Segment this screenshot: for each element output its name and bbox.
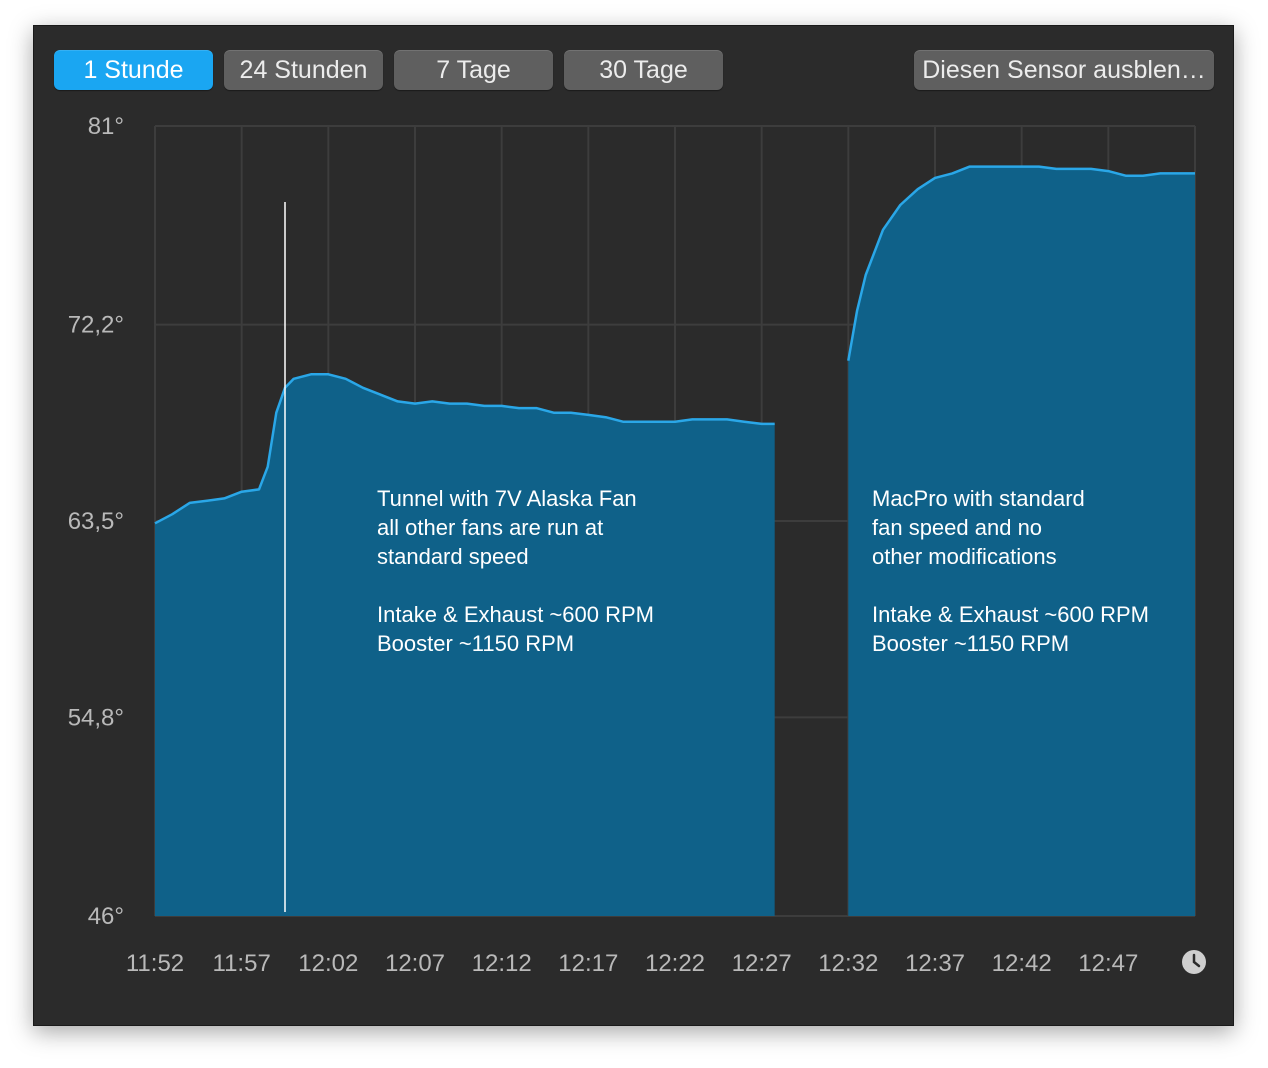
annotation-line: other modifications xyxy=(872,544,1057,569)
annotation-line: Booster ~1150 RPM xyxy=(377,631,574,656)
x-tick-label: 11:52 xyxy=(126,950,184,977)
x-tick-label: 12:12 xyxy=(472,950,532,977)
x-tick-label: 12:07 xyxy=(385,950,445,977)
x-tick-label: 11:57 xyxy=(213,950,271,977)
annotation-line: Tunnel with 7V Alaska Fan xyxy=(377,486,637,511)
y-axis: 81° 72,2° 63,5° 54,8° 46° xyxy=(68,113,124,930)
annotation-line: Booster ~1150 RPM xyxy=(872,631,1069,656)
x-tick-label: 12:37 xyxy=(905,950,965,977)
clock-icon[interactable] xyxy=(1182,950,1206,974)
x-tick-label: 12:17 xyxy=(558,950,618,977)
x-tick-label: 12:47 xyxy=(1078,950,1138,977)
x-tick-label: 12:42 xyxy=(992,950,1052,977)
annotation-line: MacPro with standard xyxy=(872,486,1085,511)
annotation-line xyxy=(872,573,878,598)
x-tick-label: 12:22 xyxy=(645,950,705,977)
sensor-window: 1 Stunde 24 Stunden 7 Tage 30 Tage Diese… xyxy=(33,25,1234,1026)
x-axis: 11:52 11:57 12:02 12:07 12:12 12:17 12:22 12:27… xyxy=(126,950,1139,977)
annotation-line: Intake & Exhaust ~600 RPM xyxy=(872,602,1149,627)
series-area-2 xyxy=(848,166,1195,917)
x-tick-label: 12:27 xyxy=(732,950,792,977)
y-tick-label: 54,8° xyxy=(68,704,124,731)
y-tick-label: 63,5° xyxy=(68,508,124,535)
y-tick-label: 81° xyxy=(88,113,124,140)
annotation-line xyxy=(377,573,383,598)
y-tick-label: 72,2° xyxy=(68,312,124,339)
x-tick-label: 12:02 xyxy=(298,950,358,977)
annotation-line: standard speed xyxy=(377,544,529,569)
annotation-line: fan speed and no xyxy=(872,515,1042,540)
x-tick-label: 12:32 xyxy=(818,950,878,977)
y-tick-label: 46° xyxy=(88,903,124,930)
annotation-line: all other fans are run at xyxy=(377,515,603,540)
temperature-chart: 81° 72,2° 63,5° 54,8° 46° 11:52 11:57 12:02 12:… xyxy=(68,113,1206,977)
annotation-line: Intake & Exhaust ~600 RPM xyxy=(377,602,654,627)
